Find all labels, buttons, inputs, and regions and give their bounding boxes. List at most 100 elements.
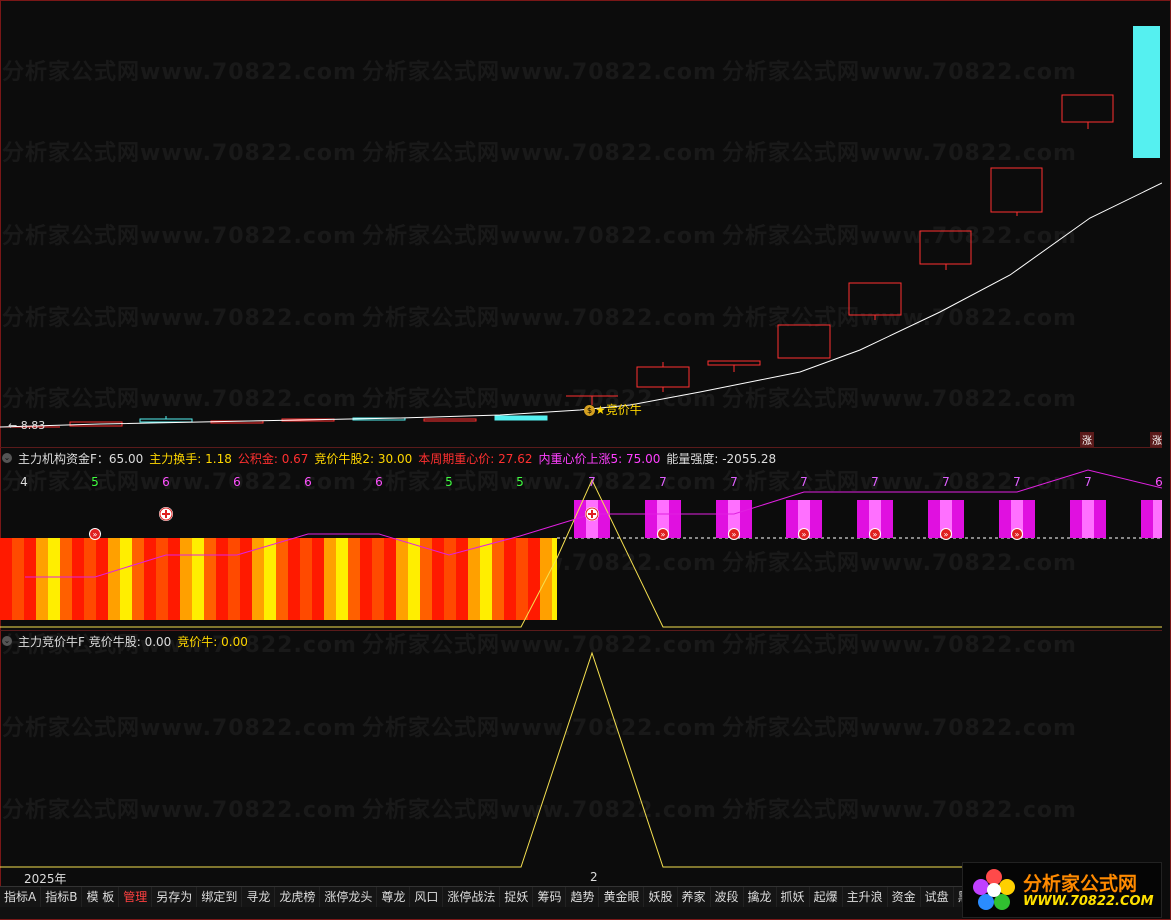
price-chart-svg[interactable] (0, 0, 1162, 447)
indicator1-pane[interactable]: ⌄ 主力机构资金F：65.00 主力换手: 1.18 公积金: 0.67 竞价牛股2:… (0, 447, 1162, 631)
signal-count: 6 (162, 475, 170, 489)
toolbar-button[interactable]: 筹码 (533, 887, 567, 907)
heat-stripe (396, 538, 408, 620)
toolbar-button[interactable]: 模 板 (82, 887, 120, 907)
down-badge-icon-glyph: » (944, 530, 949, 539)
toolbar-button[interactable]: 妖股 (644, 887, 678, 907)
toolbar-button[interactable]: 擒龙 (744, 887, 777, 907)
signal-count: 5 (445, 475, 453, 489)
heat-stripe (300, 538, 312, 620)
logo-url: WWW.70822.COM (1023, 894, 1154, 909)
rising-candles (636, 94, 1114, 392)
heat-stripe (420, 538, 432, 620)
toolbar-button[interactable]: 波段 (711, 887, 744, 907)
limit-up-tag: 涨 (1150, 432, 1162, 447)
toolbar-button[interactable]: 指标A (0, 887, 42, 907)
heat-stripe (348, 538, 360, 620)
heat-stripe (36, 538, 48, 620)
candle (848, 282, 902, 316)
signal-count: 7 (942, 475, 950, 489)
heat-stripe (48, 538, 60, 620)
heat-stripe (264, 538, 276, 620)
toolbar-button[interactable]: 管理 (119, 887, 153, 907)
signal-count: 7 (1013, 475, 1021, 489)
heat-stripe (60, 538, 72, 620)
heat-stripe (360, 538, 372, 620)
heat-stripe (468, 538, 480, 620)
toolbar-button[interactable]: 主升浪 (843, 887, 888, 907)
indicator-toolbar[interactable]: 指标A 指标B 模 板管理 另存为 绑定到 寻龙 龙虎榜 涨停龙头 尊龙 风口 涨停战法 捉妖 筹码 趋势… (0, 886, 962, 907)
heat-stripe (216, 538, 228, 620)
candle (636, 366, 690, 388)
toolbar-button[interactable]: 尊龙 (377, 887, 411, 907)
candle (423, 418, 477, 422)
toolbar-button[interactable]: 抓妖 (777, 887, 810, 907)
auction-bull-marker: $ ★竞价牛 (584, 401, 642, 418)
heat-stripe (204, 538, 216, 620)
heat-stripe (0, 538, 12, 620)
heat-stripe (276, 538, 288, 620)
heat-stripe (24, 538, 36, 620)
heat-stripe (480, 538, 492, 620)
toolbar-button[interactable]: 黑马 (954, 887, 962, 907)
signal-count: 6 (375, 475, 383, 489)
heat-stripe (504, 538, 516, 620)
heat-stripe (156, 538, 168, 620)
toolbar-button[interactable]: 起爆 (810, 887, 843, 907)
heat-stripe (12, 538, 24, 620)
toolbar-button[interactable]: 涨停龙头 (320, 887, 378, 907)
magenta-block-highlight (1082, 500, 1094, 538)
down-badge-icon-glyph: » (1015, 530, 1020, 539)
toolbar-button[interactable]: 涨停战法 (443, 887, 501, 907)
toolbar-button[interactable]: 另存为 (152, 887, 198, 907)
candle (777, 324, 831, 359)
heat-stripe (444, 538, 456, 620)
toolbar-button[interactable]: 绑定到 (197, 887, 243, 907)
heat-stripe (492, 538, 504, 620)
heat-stripe (240, 538, 252, 620)
indicator1-svg[interactable]: 4 5 6 6 6 6 5 5 7 7 7 7 7 7 7 7 6 » » » » » » » (0, 448, 1162, 631)
candle (139, 418, 193, 423)
heat-stripe (228, 538, 240, 620)
toolbar-button[interactable]: 指标B (41, 887, 83, 907)
toolbar-button[interactable]: 风口 (410, 887, 444, 907)
signal-count: 6 (304, 475, 312, 489)
candle (494, 415, 548, 421)
signal-count: 7 (800, 475, 808, 489)
heat-stripe (528, 538, 540, 620)
signal-count: 6 (1155, 475, 1162, 489)
toolbar-button[interactable]: 趋势 (566, 887, 600, 907)
heat-stripe (192, 538, 204, 620)
indicator2-svg[interactable] (0, 631, 1162, 869)
heat-stripe (96, 538, 108, 620)
heat-stripe (72, 538, 84, 620)
signal-count: 5 (516, 475, 524, 489)
toolbar-button[interactable]: 养家 (678, 887, 711, 907)
candle-cyan (1133, 26, 1160, 158)
heat-stripe (180, 538, 192, 620)
heat-stripe (516, 538, 528, 620)
heat-stripe (336, 538, 348, 620)
heat-stripe (288, 538, 300, 620)
site-logo: 分析家公式网 WWW.70822.COM (962, 862, 1162, 918)
axis-month-label: 2 (590, 870, 598, 884)
toolbar-button[interactable]: 寻龙 (242, 887, 276, 907)
down-badge-icon-glyph: » (661, 530, 666, 539)
heat-stripe (372, 538, 384, 620)
indicator2-pane[interactable]: ⌄ 主力竞价牛F 竞价牛股: 0.00 竞价牛: 0.00 (0, 630, 1162, 869)
toolbar-button[interactable]: 试盘 (921, 887, 954, 907)
price-chart-pane[interactable]: ← 8.83 $ ★竞价牛 涨 涨 (0, 0, 1162, 447)
toolbar-button[interactable]: 龙虎榜 (275, 887, 321, 907)
toolbar-button[interactable]: 黄金眼 (599, 887, 645, 907)
heat-stripe (108, 538, 120, 620)
arrow-left-icon: ← (8, 419, 18, 432)
star-icon: ★ (595, 403, 606, 417)
down-badge-icon-glyph: » (732, 530, 737, 539)
signal-count: 5 (91, 475, 99, 489)
toolbar-button[interactable]: 捉妖 (500, 887, 534, 907)
heat-stripe (168, 538, 180, 620)
toolbar-button[interactable]: 资金 (888, 887, 921, 907)
signal-count: 7 (1084, 475, 1092, 489)
signal-count: 7 (588, 475, 596, 489)
down-badge-icon-glyph: » (93, 530, 98, 539)
